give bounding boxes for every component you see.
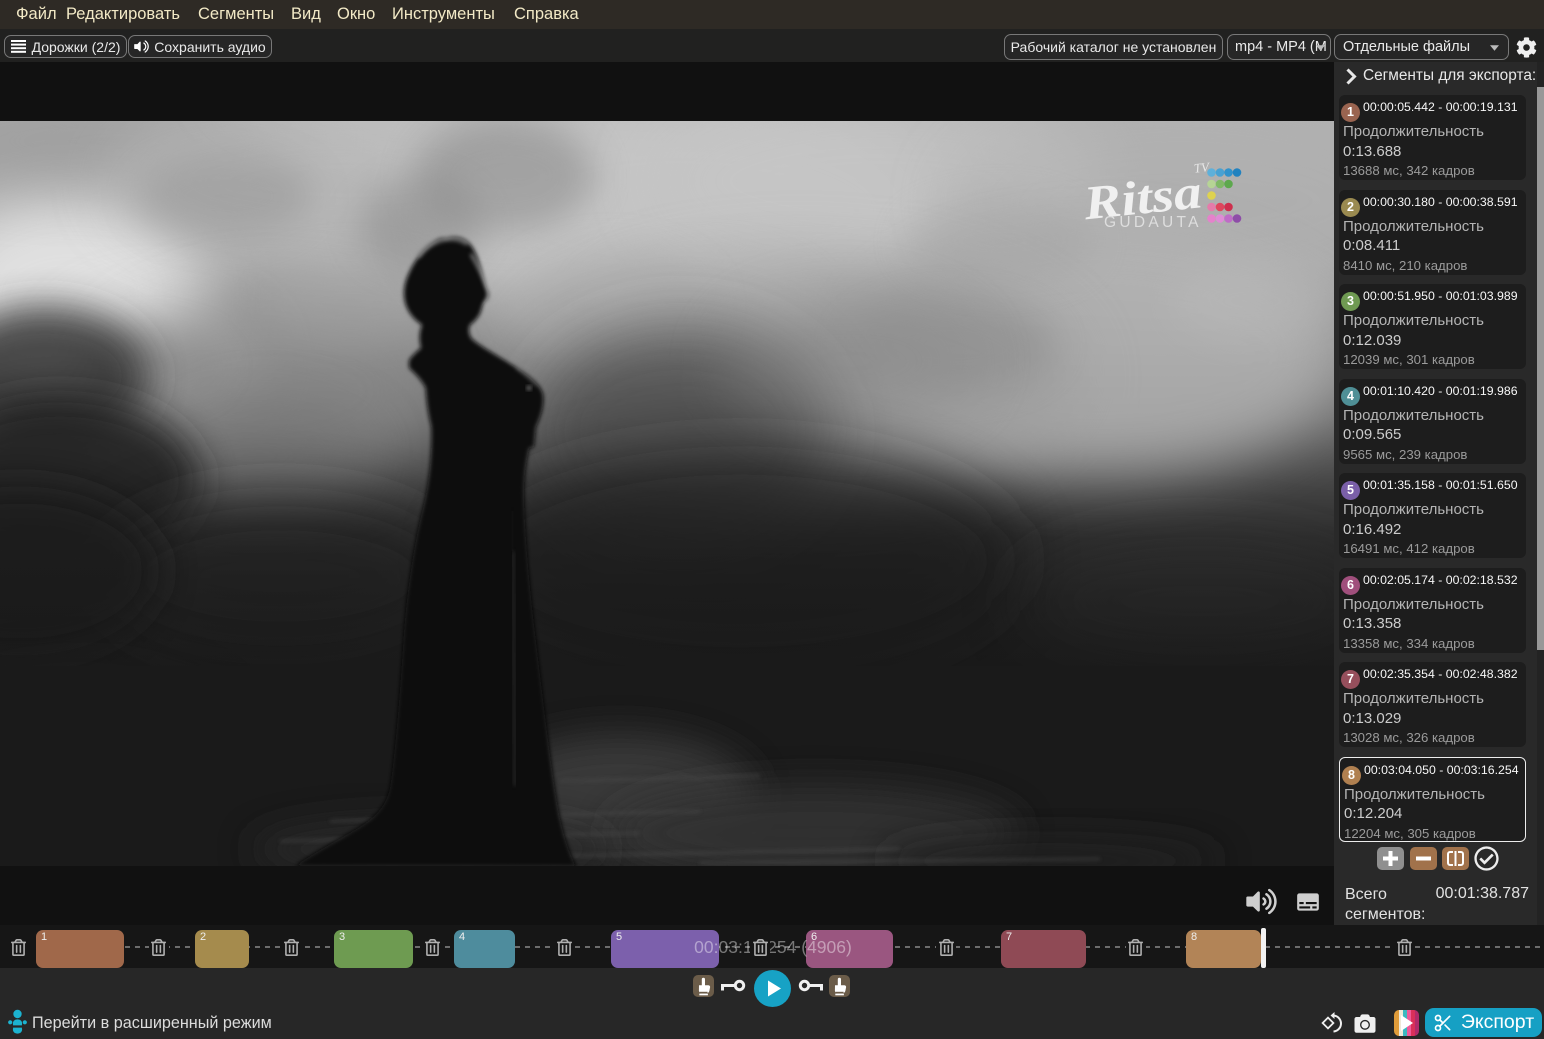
svg-text:GUDAUTA: GUDAUTA [1104, 214, 1202, 231]
